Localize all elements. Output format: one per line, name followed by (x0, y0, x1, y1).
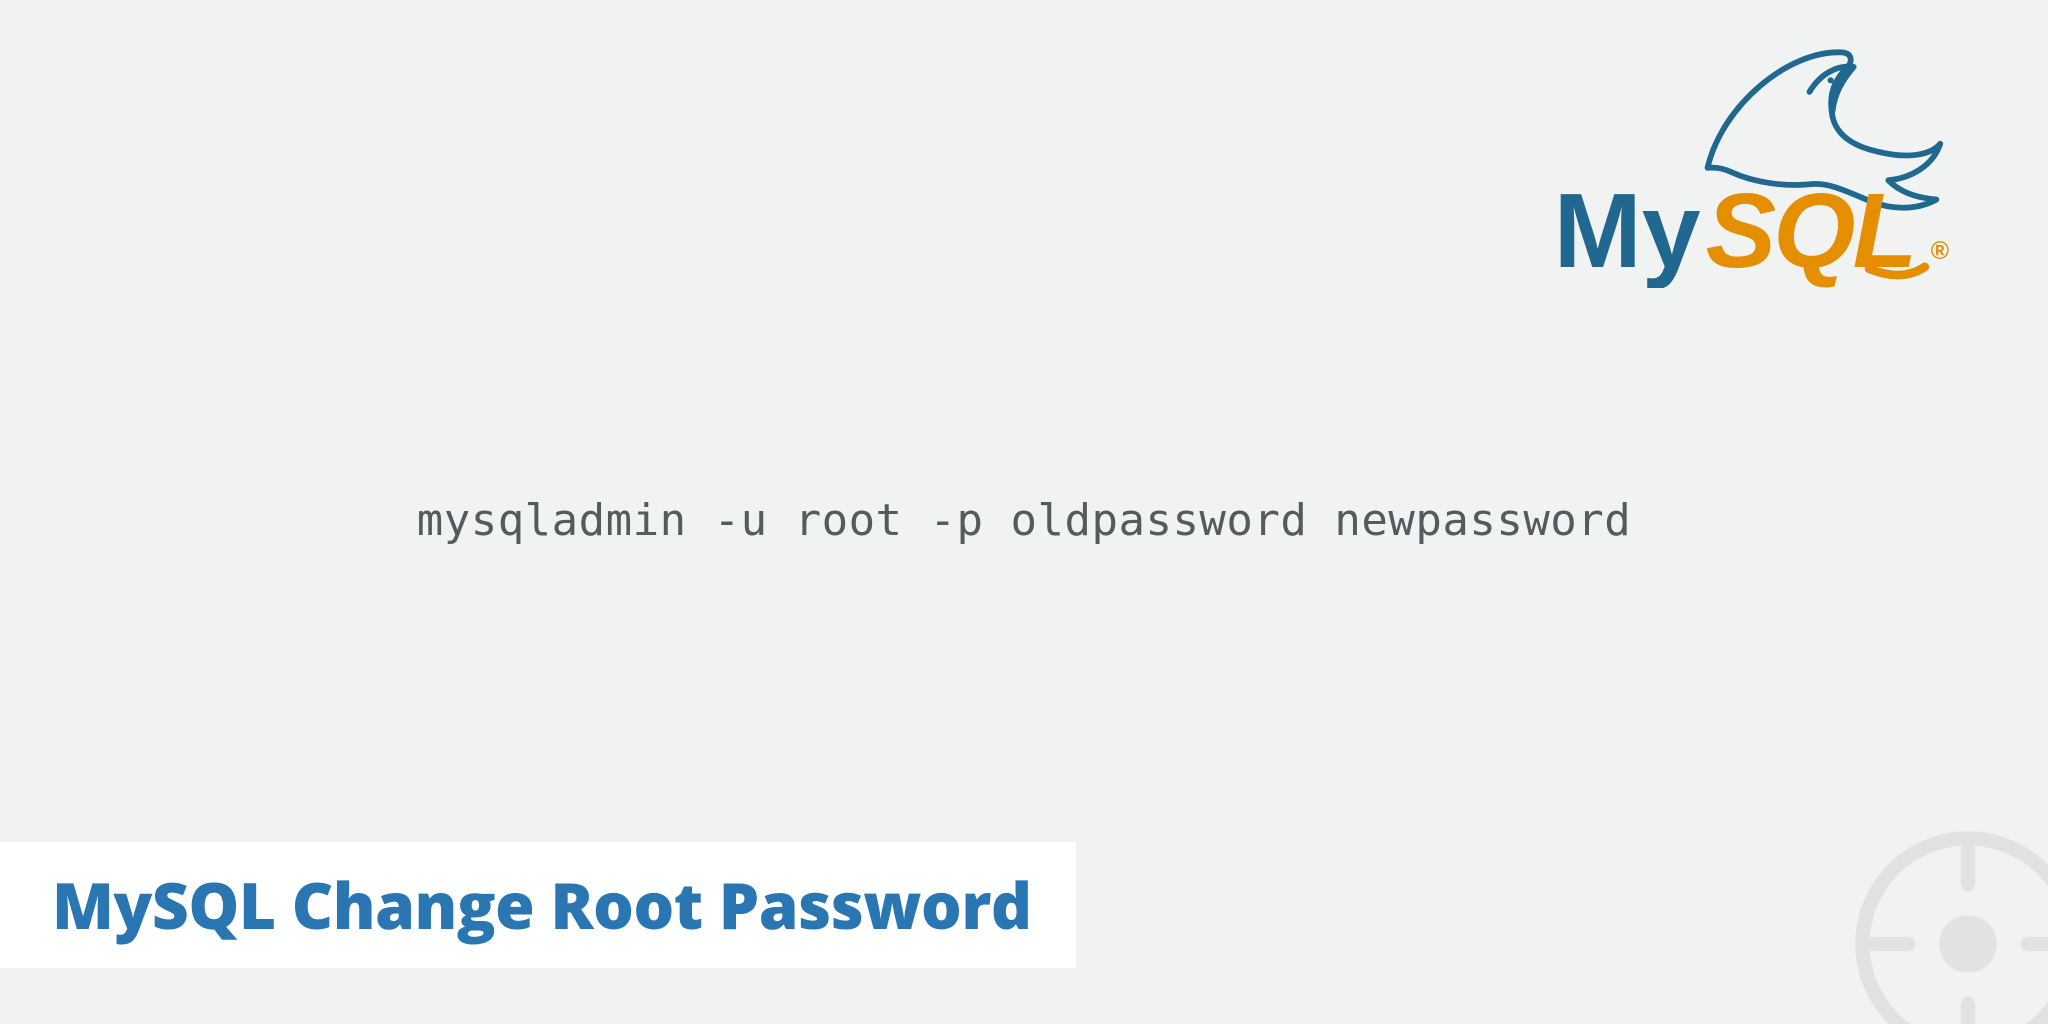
slide-canvas: My SQL ® mysqladmin -u root -p oldpasswo… (0, 0, 2048, 1024)
logo-registered-mark: ® (1931, 237, 1950, 265)
mysql-logo: My SQL ® (1536, 38, 1956, 288)
command-snippet: mysqladmin -u root -p oldpassword newpas… (417, 495, 1632, 546)
logo-text-my: My (1554, 172, 1701, 288)
watermark-icon (1848, 824, 2048, 1024)
page-title: MySQL Change Root Password (52, 870, 1032, 940)
title-box: MySQL Change Root Password (0, 842, 1076, 968)
